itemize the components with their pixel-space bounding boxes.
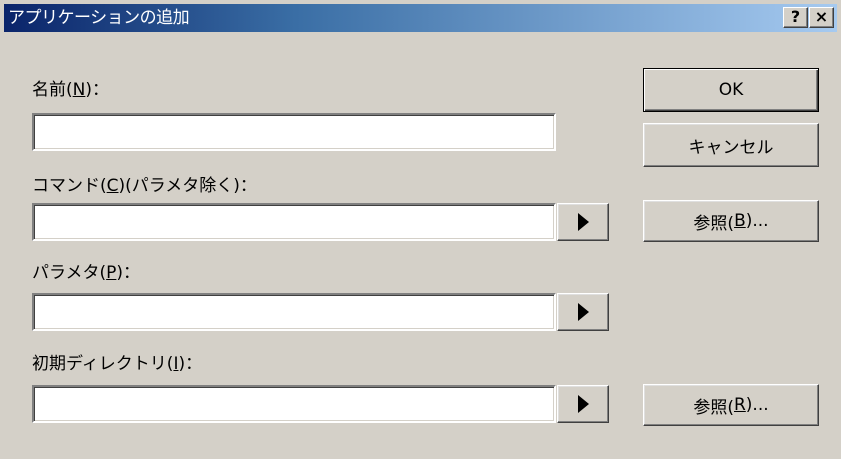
right-triangle-icon <box>577 395 589 413</box>
workdir-label: 初期ディレクトリ(I)： <box>32 354 203 374</box>
command-insert-button[interactable] <box>557 203 609 241</box>
params-label: パラメタ(P)： <box>32 263 141 283</box>
help-button[interactable]: ? <box>783 7 808 28</box>
cancel-button[interactable]: キャンセル <box>643 123 819 167</box>
params-input[interactable] <box>32 293 556 331</box>
title-bar: アプリケーションの追加 ? × <box>4 4 837 32</box>
params-insert-button[interactable] <box>557 293 609 331</box>
window-title: アプリケーションの追加 <box>8 8 190 28</box>
workdir-input[interactable] <box>32 385 556 423</box>
ok-button[interactable]: OK <box>643 68 819 112</box>
browse-directory-button[interactable]: 参照(R)... <box>643 384 819 426</box>
browse-command-button[interactable]: 参照(B)... <box>643 200 819 242</box>
command-label: コマンド(C)(パラメタ除く)： <box>32 176 257 196</box>
command-input[interactable] <box>32 203 556 241</box>
close-button[interactable]: × <box>809 7 834 28</box>
name-input[interactable] <box>32 113 556 151</box>
right-triangle-icon <box>577 213 589 231</box>
workdir-insert-button[interactable] <box>557 385 609 423</box>
right-triangle-icon <box>577 303 589 321</box>
name-label: 名前(N)： <box>32 80 109 100</box>
